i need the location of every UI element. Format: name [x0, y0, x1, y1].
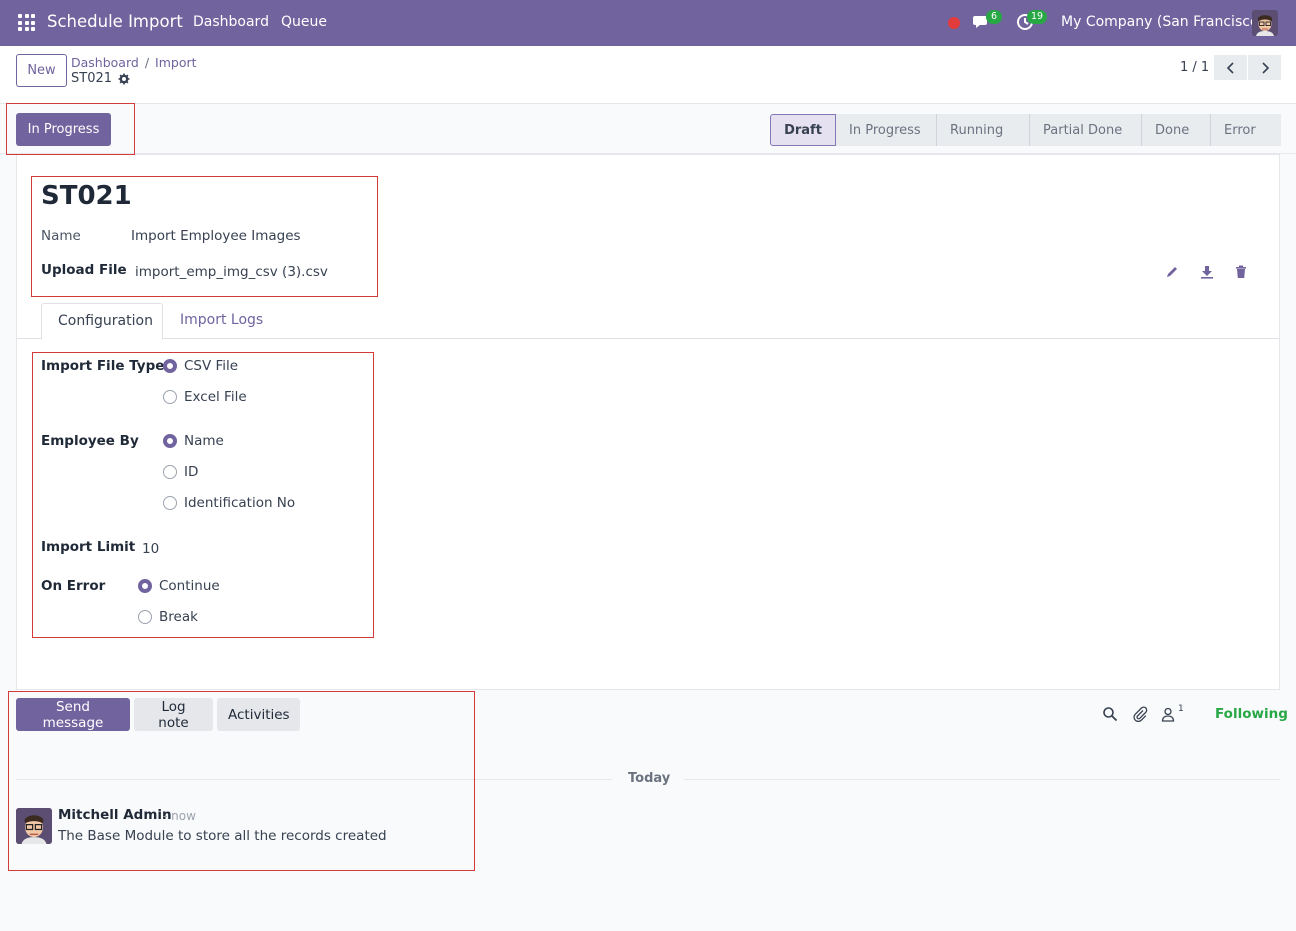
divider	[16, 779, 612, 780]
radio-excel-file[interactable]	[163, 390, 177, 404]
pager-previous-button[interactable]	[1214, 55, 1247, 80]
import-file-type-label: Import File Type	[41, 358, 165, 374]
stage-partial-done[interactable]: Partial Done	[1030, 114, 1142, 146]
app-title[interactable]: Schedule Import	[47, 12, 183, 31]
following-button[interactable]: Following	[1215, 706, 1288, 722]
edit-pencil-icon[interactable]	[1165, 265, 1179, 279]
radio-name-label[interactable]: Name	[184, 433, 224, 449]
breadcrumb: Dashboard / Import	[71, 55, 197, 70]
radio-continue[interactable]	[138, 579, 152, 593]
log-note-button[interactable]: Log note	[134, 698, 213, 731]
stage-error[interactable]: Error	[1211, 114, 1281, 146]
user-avatar[interactable]	[1252, 10, 1278, 36]
company-switcher[interactable]: My Company (San Francisco)	[1061, 14, 1264, 30]
upload-file-label: Upload File	[41, 262, 127, 278]
stage-pipeline: Draft In Progress Running Partial Done D…	[770, 114, 1281, 146]
notebook-tabs: Configuration Import Logs	[17, 303, 1279, 340]
radio-identification-no-label[interactable]: Identification No	[184, 495, 295, 511]
name-value: Import Employee Images	[131, 228, 301, 244]
activities-button[interactable]: Activities	[217, 698, 300, 731]
search-icon[interactable]	[1102, 706, 1118, 722]
import-limit-value[interactable]: 10	[142, 541, 159, 557]
breadcrumb-import[interactable]: Import	[155, 55, 197, 70]
chevron-left-icon	[1226, 61, 1234, 74]
messages-badge: 6	[986, 10, 1002, 24]
message-timestamp: - now	[163, 809, 196, 823]
current-record: ST021	[71, 71, 130, 86]
radio-break[interactable]	[138, 610, 152, 624]
status-bar: In Progress Draft In Progress Running Pa…	[0, 104, 1296, 154]
message-body: The Base Module to store all the records…	[58, 828, 387, 844]
menu-queue[interactable]: Queue	[281, 14, 327, 30]
tab-import-logs[interactable]: Import Logs	[164, 303, 279, 340]
recording-indicator-icon[interactable]	[948, 17, 960, 29]
form-sheet: ST021 Name Import Employee Images Upload…	[16, 154, 1280, 690]
chevron-right-icon	[1261, 61, 1269, 74]
on-error-label: On Error	[41, 578, 106, 594]
radio-csv-file[interactable]	[163, 359, 177, 373]
download-icon[interactable]	[1200, 265, 1214, 279]
radio-continue-label[interactable]: Continue	[159, 578, 220, 594]
stage-draft[interactable]: Draft	[770, 114, 836, 146]
breadcrumb-dashboard[interactable]: Dashboard	[71, 55, 139, 70]
stage-done[interactable]: Done	[1142, 114, 1211, 146]
stage-in-progress[interactable]: In Progress	[836, 114, 937, 146]
trash-icon[interactable]	[1234, 265, 1248, 279]
pager-value[interactable]: 1 / 1	[1180, 60, 1209, 75]
gear-icon[interactable]	[118, 73, 130, 85]
radio-identification-no[interactable]	[163, 496, 177, 510]
pager-next-button[interactable]	[1248, 55, 1281, 80]
message-author-avatar[interactable]	[16, 808, 52, 844]
radio-id[interactable]	[163, 465, 177, 479]
apps-menu-icon[interactable]	[18, 14, 35, 31]
paperclip-icon[interactable]	[1132, 706, 1148, 722]
divider	[684, 779, 1280, 780]
upload-file-value[interactable]: import_emp_img_csv (3).csv	[135, 264, 328, 280]
radio-csv-file-label[interactable]: CSV File	[184, 358, 238, 374]
tab-configuration[interactable]: Configuration	[41, 303, 163, 340]
activities-badge: 19	[1027, 10, 1048, 24]
radio-id-label[interactable]: ID	[184, 464, 198, 480]
record-title: ST021	[41, 181, 132, 211]
followers-count: 1	[1178, 704, 1184, 714]
menu-dashboard[interactable]: Dashboard	[193, 14, 269, 30]
radio-name[interactable]	[163, 434, 177, 448]
message-author[interactable]: Mitchell Admin	[58, 807, 172, 823]
new-button[interactable]: New	[16, 54, 67, 87]
top-navbar: Schedule Import Dashboard Queue 6 19 My …	[0, 0, 1296, 46]
name-label: Name	[41, 228, 81, 244]
current-record-label: ST021	[71, 71, 113, 86]
import-limit-label: Import Limit	[41, 539, 136, 555]
stage-running[interactable]: Running	[937, 114, 1030, 146]
radio-break-label[interactable]: Break	[159, 609, 198, 625]
employee-by-label: Employee By	[41, 433, 139, 449]
control-panel: New Dashboard / Import ST021 1 / 1	[0, 46, 1296, 104]
in-progress-button[interactable]: In Progress	[16, 113, 111, 146]
date-separator: Today	[628, 771, 671, 786]
radio-excel-file-label[interactable]: Excel File	[184, 389, 247, 405]
followers-icon[interactable]	[1160, 706, 1176, 722]
send-message-button[interactable]: Send message	[16, 698, 130, 731]
